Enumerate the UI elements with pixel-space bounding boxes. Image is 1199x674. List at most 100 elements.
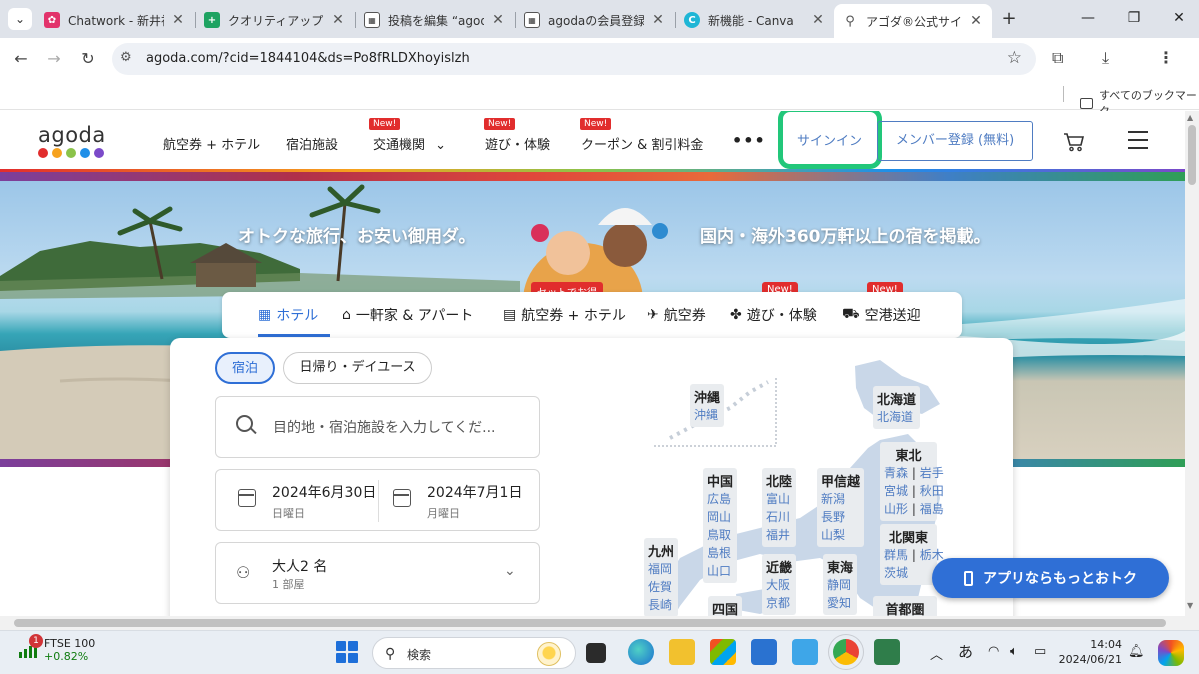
nav-flight-hotel[interactable]: 航空券 + ホテル (163, 134, 260, 153)
pref-link[interactable]: 青森 (884, 466, 908, 480)
wifi-icon[interactable]: ◠ (988, 644, 999, 659)
register-button[interactable]: メンバー登録 (無料) (877, 121, 1033, 161)
pref-link[interactable]: 栃木 (920, 548, 944, 562)
tab-search-chevron-icon[interactable]: ⌄ (8, 8, 32, 30)
pref-link[interactable]: 秋田 (920, 484, 944, 498)
agoda-logo[interactable]: agoda (38, 123, 106, 158)
browser-tab-agoda-active[interactable]: ⚲ アゴダ®公式サイト| ✕ (834, 4, 992, 38)
file-explorer-icon[interactable] (669, 639, 695, 665)
new-tab-plus-icon[interactable]: + (998, 8, 1020, 30)
taskbar-search[interactable]: ⚲ 検索 (372, 637, 576, 669)
volume-icon[interactable]: 🔈︎ (1010, 644, 1018, 659)
pref-link[interactable]: 広島 (707, 490, 733, 508)
notification-bell-icon[interactable]: 🔔︎ (1128, 644, 1145, 659)
close-tab-icon[interactable]: ✕ (968, 13, 984, 29)
region-shutoken[interactable]: 首都圏 (873, 596, 937, 616)
pref-link[interactable]: 宮城 (884, 484, 908, 498)
edge-icon[interactable] (628, 639, 654, 665)
close-tab-icon[interactable]: ✕ (170, 12, 186, 28)
mail-icon[interactable] (751, 639, 777, 665)
ime-indicator[interactable]: あ (958, 641, 973, 662)
pref-link[interactable]: 岡山 (707, 508, 733, 526)
browser-tab-edit-post[interactable]: ▦ 投稿を編集 “agoda ✕ (356, 4, 514, 36)
destination-search-input[interactable]: 目的地・宿泊施設を入力してくだ... (215, 396, 540, 458)
browser-tab-agoda-signup[interactable]: ▦ agodaの会員登録ブ ✕ (516, 4, 674, 36)
region-okinawa[interactable]: 沖縄 沖縄 (690, 384, 725, 427)
tab-activities[interactable]: ✤ 遊び・体験 (730, 305, 817, 325)
pref-link[interactable]: 富山 (766, 490, 792, 508)
close-tab-icon[interactable]: ✕ (650, 12, 666, 28)
checkout-date[interactable]: 2024年7月1日 月曜日 (427, 482, 522, 521)
signin-button[interactable]: サインイン (797, 130, 862, 149)
chrome-icon[interactable] (833, 639, 859, 665)
region-chugoku[interactable]: 中国 広島 岡山 鳥取 島根 山口 (703, 468, 738, 583)
control-panel-icon[interactable] (792, 639, 818, 665)
browser-tab-canva[interactable]: C 新機能 - Canva ✕ (676, 4, 834, 36)
browser-tab-chatwork[interactable]: ✿ Chatwork - 新井祐 ✕ (36, 4, 194, 36)
clock[interactable]: 14:04 2024/06/21 (1058, 637, 1122, 667)
app-icon[interactable] (874, 639, 900, 665)
pref-link[interactable]: 長崎 (648, 596, 674, 614)
region-shikoku[interactable]: 四国 (708, 596, 743, 616)
stay-toggle[interactable]: 宿泊 (215, 352, 275, 384)
nav-accommodation[interactable]: 宿泊施設 (286, 134, 338, 153)
close-tab-icon[interactable]: ✕ (810, 12, 826, 28)
pref-link[interactable]: 沖縄 (694, 406, 720, 424)
pref-link[interactable]: 北海道 (877, 408, 916, 426)
forward-arrow-icon[interactable]: → (41, 46, 67, 72)
browser-tab-quality-list[interactable]: + クオリティアップリスト ✕ (196, 4, 354, 36)
pref-link[interactable]: 福岡 (648, 560, 674, 578)
region-kyushu[interactable]: 九州 福岡 佐賀 長崎 (644, 538, 679, 616)
pref-link[interactable]: 大阪 (766, 576, 792, 594)
pref-link[interactable]: 愛知 (827, 594, 853, 612)
pref-link[interactable]: 茨城 (884, 566, 908, 580)
extensions-icon[interactable]: ⧉ (1052, 48, 1063, 68)
region-tokai[interactable]: 東海 静岡 愛知 (823, 554, 858, 615)
pref-link[interactable]: 岩手 (920, 466, 944, 480)
pref-link[interactable]: 群馬 (884, 548, 908, 562)
guests-rooms-selector[interactable]: ⚇ 大人2 名 1 部屋 ⌄ (215, 542, 540, 604)
day-use-toggle[interactable]: 日帰り・デイユース (283, 352, 432, 384)
scrollbar-thumb[interactable] (1188, 125, 1196, 185)
cart-icon[interactable] (1063, 132, 1085, 155)
region-hokkaido[interactable]: 北海道 北海道 (873, 386, 921, 429)
close-window-icon[interactable]: ✕ (1165, 6, 1193, 30)
url-text[interactable]: agoda.com/?cid=1844104&ds=Po8fRLDXhoyisl… (146, 51, 470, 66)
restore-icon[interactable]: ❐ (1120, 6, 1148, 30)
pref-link[interactable]: 山口 (707, 562, 733, 580)
bookmark-star-icon[interactable]: ☆ (1007, 48, 1022, 68)
pref-link[interactable]: 京都 (766, 594, 792, 612)
region-koshinetsu[interactable]: 甲信越 新潟 長野 山梨 (817, 468, 865, 547)
close-tab-icon[interactable]: ✕ (330, 12, 346, 28)
scrollbar-thumb[interactable] (14, 619, 1166, 627)
pref-link[interactable]: 福井 (766, 526, 792, 544)
reload-icon[interactable]: ↻ (75, 46, 101, 72)
back-arrow-icon[interactable]: ← (8, 46, 34, 72)
pref-link[interactable]: 島根 (707, 544, 733, 562)
region-kitakanto[interactable]: 北関東 群馬 | 栃木 茨城 (880, 524, 944, 585)
pref-link[interactable]: 山梨 (821, 526, 860, 544)
region-hokuriku[interactable]: 北陸 富山 石川 福井 (762, 468, 797, 547)
nav-coupons[interactable]: クーポン & 割引料金 (581, 134, 703, 153)
pref-link[interactable]: 新潟 (821, 490, 860, 508)
checkin-date[interactable]: 2024年6月30日 日曜日 (272, 482, 376, 521)
region-kinki[interactable]: 近畿 大阪 京都 (762, 554, 797, 615)
browser-menu-icon[interactable]: ⋮ (1158, 48, 1174, 67)
region-tohoku[interactable]: 東北 青森 | 岩手 宮城 | 秋田 山形 | 福島 (880, 442, 944, 521)
pref-link[interactable]: 山形 (884, 502, 908, 516)
pref-link[interactable]: 静岡 (827, 576, 853, 594)
tab-flight-hotel[interactable]: ▤ 航空券 + ホテル (503, 305, 626, 325)
tab-house-apartment[interactable]: ⌂ 一軒家 & アパート (342, 305, 473, 325)
task-view-icon[interactable] (586, 643, 606, 663)
hamburger-menu-icon[interactable] (1128, 131, 1148, 155)
address-bar[interactable]: ⚙ agoda.com/?cid=1844104&ds=Po8fRLDXhoyi… (112, 43, 1036, 75)
microsoft-store-icon[interactable] (710, 639, 736, 665)
scroll-down-icon[interactable]: ▼ (1187, 601, 1193, 610)
minimize-icon[interactable]: — (1074, 6, 1102, 30)
windows-start-icon[interactable] (336, 641, 358, 663)
date-picker-field[interactable]: 2024年6月30日 日曜日 2024年7月1日 月曜日 (215, 469, 540, 531)
battery-icon[interactable]: ▭ (1034, 644, 1046, 659)
scroll-up-icon[interactable]: ▲ (1187, 113, 1193, 122)
nav-activities[interactable]: 遊び・体験 (485, 134, 550, 153)
horizontal-scrollbar[interactable] (0, 616, 1199, 630)
